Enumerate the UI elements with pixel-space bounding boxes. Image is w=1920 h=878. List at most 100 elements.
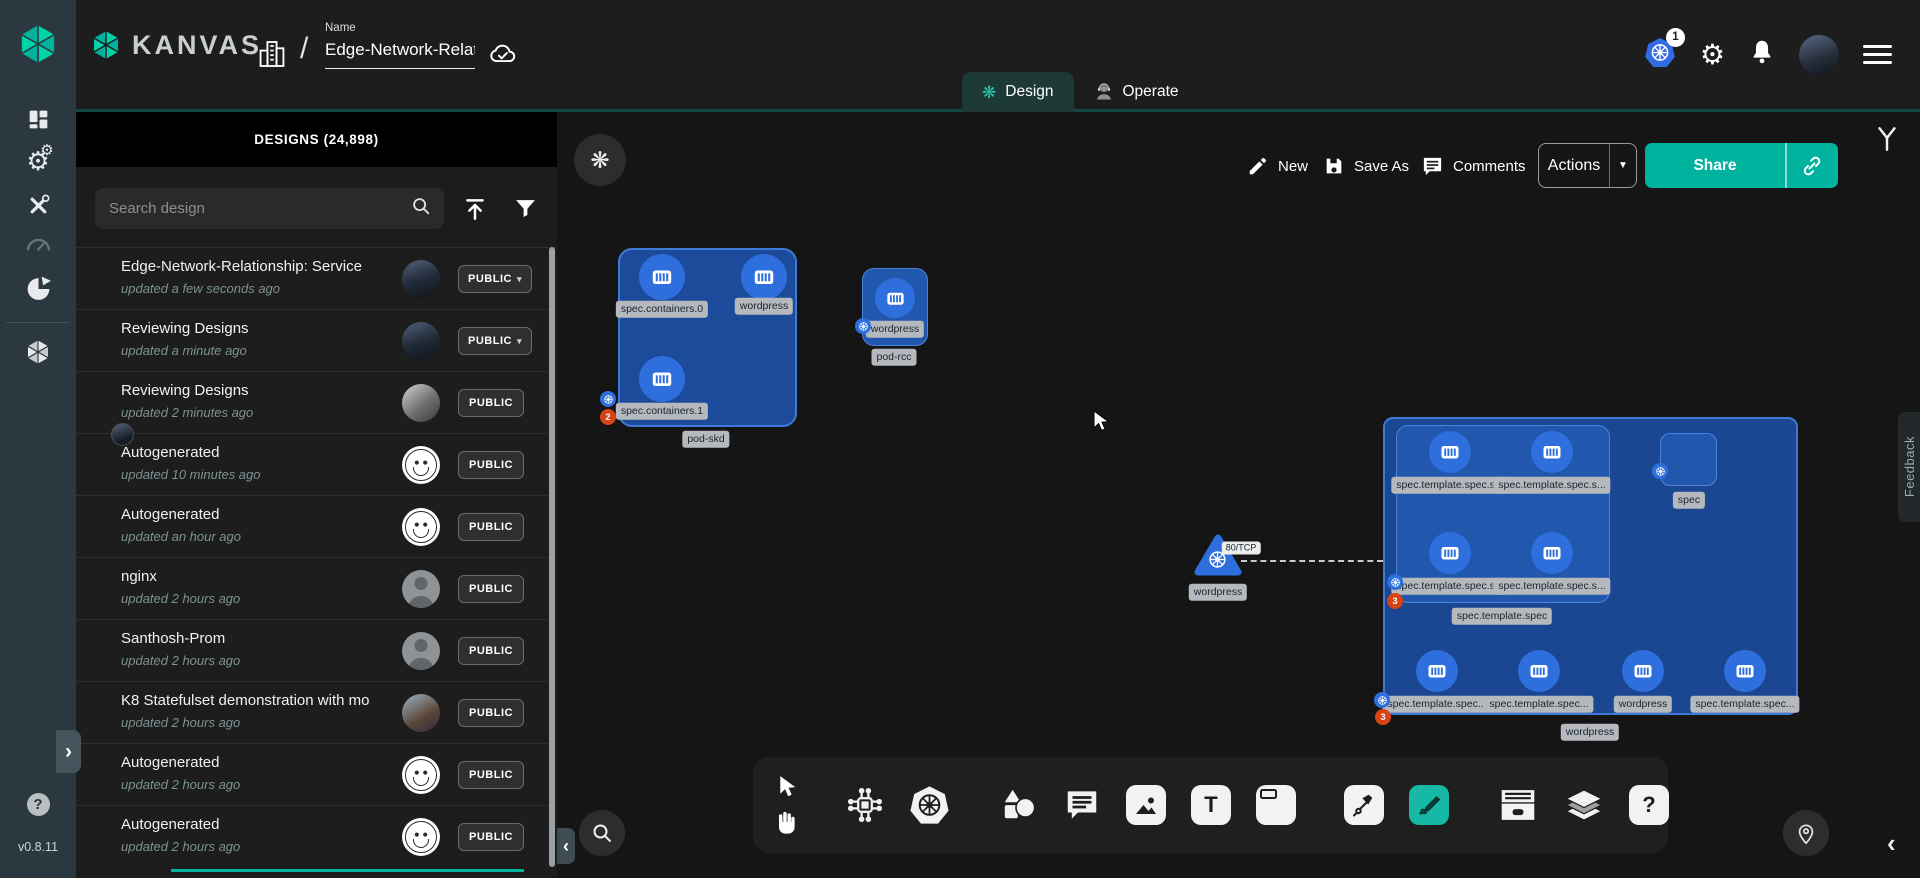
nav-performance-icon[interactable] xyxy=(0,232,76,254)
design-row[interactable]: Reviewing Designs updated a minute ago P… xyxy=(76,309,557,371)
service-edge[interactable] xyxy=(1241,560,1383,562)
design-row[interactable]: nginx updated 2 hours ago PUBLIC xyxy=(76,557,557,619)
pan-hand-tool[interactable] xyxy=(773,808,800,836)
design-row[interactable]: Santhosh-Prom updated 2 hours ago PUBLIC xyxy=(76,619,557,681)
mode-tabs: ❋ Design Operate xyxy=(962,72,1199,112)
design-row[interactable]: Autogenerated updated an hour ago PUBLIC xyxy=(76,495,557,557)
user-avatar[interactable] xyxy=(1799,35,1839,75)
error-count-badge[interactable]: 2 xyxy=(600,409,616,425)
nav-dashboard-icon[interactable] xyxy=(0,107,76,132)
freehand-draw-tool[interactable] xyxy=(1409,785,1449,825)
node-label-chip: spec.template.spec... xyxy=(1484,696,1593,713)
design-search-input[interactable] xyxy=(109,200,410,217)
comments-button[interactable]: Comments xyxy=(1421,150,1526,182)
collapse-right-button[interactable]: ‹ xyxy=(1887,828,1896,859)
node-container[interactable] xyxy=(1518,650,1560,692)
panel-scrollbar[interactable] xyxy=(549,247,555,867)
node-container[interactable] xyxy=(741,254,787,300)
design-row[interactable]: K8 Statefulset demonstration with mo upd… xyxy=(76,681,557,743)
shapes-tool[interactable] xyxy=(998,785,1038,825)
design-row[interactable]: Edge-Network-Relationship: Service updat… xyxy=(76,247,557,309)
visibility-badge[interactable]: PUBLIC xyxy=(458,451,524,479)
feedback-tab[interactable]: Feedback xyxy=(1898,412,1920,522)
tab-design[interactable]: ❋ Design xyxy=(962,72,1074,112)
nav-kanvas-icon[interactable] xyxy=(0,337,76,367)
filter-icon[interactable] xyxy=(513,196,538,226)
design-name-input[interactable] xyxy=(325,34,475,69)
design-row[interactable]: Autogenerated updated 10 minutes ago PUB… xyxy=(76,433,557,495)
copy-link-icon[interactable] xyxy=(1787,154,1839,178)
k8s-source-badge[interactable] xyxy=(1652,463,1668,479)
visibility-badge[interactable]: PUBLIC xyxy=(458,761,524,789)
kubernetes-tool[interactable] xyxy=(909,785,950,825)
designs-panel: DESIGNS (24,898) Edge-Network-Relationsh… xyxy=(76,112,557,878)
layers-tool[interactable] xyxy=(1564,785,1604,825)
k8s-source-badge[interactable] xyxy=(600,391,616,407)
pen-tool[interactable] xyxy=(1344,785,1384,825)
visibility-badge[interactable]: PUBLIC xyxy=(458,513,524,541)
text-tool[interactable]: T xyxy=(1191,785,1231,825)
design-row[interactable]: Reviewing Designs updated 2 minutes ago … xyxy=(76,371,557,433)
collapse-panel-button[interactable]: ‹ xyxy=(557,828,575,864)
actions-button[interactable]: Actions ▼ xyxy=(1538,143,1637,188)
error-count-badge[interactable]: 3 xyxy=(1375,709,1391,725)
visibility-badge[interactable]: PUBLIC xyxy=(458,823,524,851)
design-row[interactable]: Autogenerated updated 2 hours ago PUBLIC xyxy=(76,805,557,867)
save-as-button[interactable]: Save As xyxy=(1323,150,1409,182)
comment-tool[interactable] xyxy=(1063,786,1101,824)
zoom-button[interactable] xyxy=(579,810,625,856)
select-tool[interactable] xyxy=(774,774,799,801)
node-container[interactable] xyxy=(1531,532,1573,574)
kanvas-app: ⚙ ⚙ xyxy=(0,0,1920,878)
node-container[interactable] xyxy=(1724,650,1766,692)
node-container[interactable] xyxy=(875,278,915,318)
design-row[interactable]: Autogenerated updated 2 hours ago PUBLIC xyxy=(76,743,557,805)
tab-operate[interactable]: Operate xyxy=(1074,72,1199,112)
visibility-badge[interactable]: PUBLIC xyxy=(458,637,524,665)
organization-icon[interactable] xyxy=(256,38,288,75)
node-container[interactable] xyxy=(1531,431,1573,473)
nav-lifecycle-icon[interactable]: ⚙ ⚙ xyxy=(0,148,76,175)
versions-button[interactable] xyxy=(1872,124,1902,159)
help-tool[interactable]: ? xyxy=(1629,785,1669,825)
snowflake-icon: ❋ xyxy=(590,149,609,172)
node-container[interactable] xyxy=(1416,650,1458,692)
nav-extensions-icon[interactable] xyxy=(0,274,76,303)
node-spec[interactable] xyxy=(1660,433,1717,486)
error-count-badge[interactable]: 3 xyxy=(1387,593,1403,609)
search-icon[interactable] xyxy=(410,195,432,222)
settings-gear-icon[interactable]: ⚙ xyxy=(1700,41,1725,69)
meshery-logo-icon[interactable] xyxy=(14,20,62,73)
visibility-badge[interactable]: PUBLIC ▾ xyxy=(458,327,532,355)
k8s-source-badge[interactable] xyxy=(1387,574,1403,590)
design-canvas[interactable]: ❋ New Save As Comments Actions ▼ xyxy=(557,112,1920,878)
k8s-source-badge[interactable] xyxy=(1374,692,1390,708)
visibility-badge[interactable]: PUBLIC xyxy=(458,389,524,417)
kanvas-brand[interactable]: KANVAS xyxy=(88,27,262,63)
visibility-badge[interactable]: PUBLIC ▾ xyxy=(458,265,532,293)
expand-sidebar-button[interactable]: › xyxy=(56,730,81,773)
image-tool[interactable] xyxy=(1126,785,1166,825)
import-design-icon[interactable] xyxy=(462,196,488,227)
node-container[interactable] xyxy=(1429,431,1471,473)
drawer-tool[interactable] xyxy=(1497,786,1539,824)
k8s-source-badge[interactable] xyxy=(855,318,871,334)
visibility-badge[interactable]: PUBLIC xyxy=(458,699,524,727)
components-tool[interactable] xyxy=(846,786,884,824)
frame-tool[interactable] xyxy=(1256,785,1296,825)
minimap-pin-button[interactable] xyxy=(1783,810,1829,856)
new-design-button[interactable]: New xyxy=(1247,150,1308,182)
node-container[interactable] xyxy=(1622,650,1664,692)
node-service-wordpress[interactable] xyxy=(1194,532,1242,578)
notifications-bell-icon[interactable] xyxy=(1749,38,1775,71)
canvas-settings-button[interactable]: ❋ xyxy=(574,134,626,186)
help-button[interactable]: ? xyxy=(0,793,76,816)
node-container[interactable] xyxy=(639,356,685,402)
share-button[interactable]: Share xyxy=(1645,143,1838,188)
hamburger-menu-icon[interactable] xyxy=(1863,45,1892,65)
visibility-badge[interactable]: PUBLIC xyxy=(458,575,524,603)
node-container[interactable] xyxy=(1429,532,1471,574)
k8s-context-switcher[interactable]: 1 xyxy=(1644,37,1676,73)
node-container[interactable] xyxy=(639,254,685,300)
nav-configuration-icon[interactable] xyxy=(0,192,76,219)
